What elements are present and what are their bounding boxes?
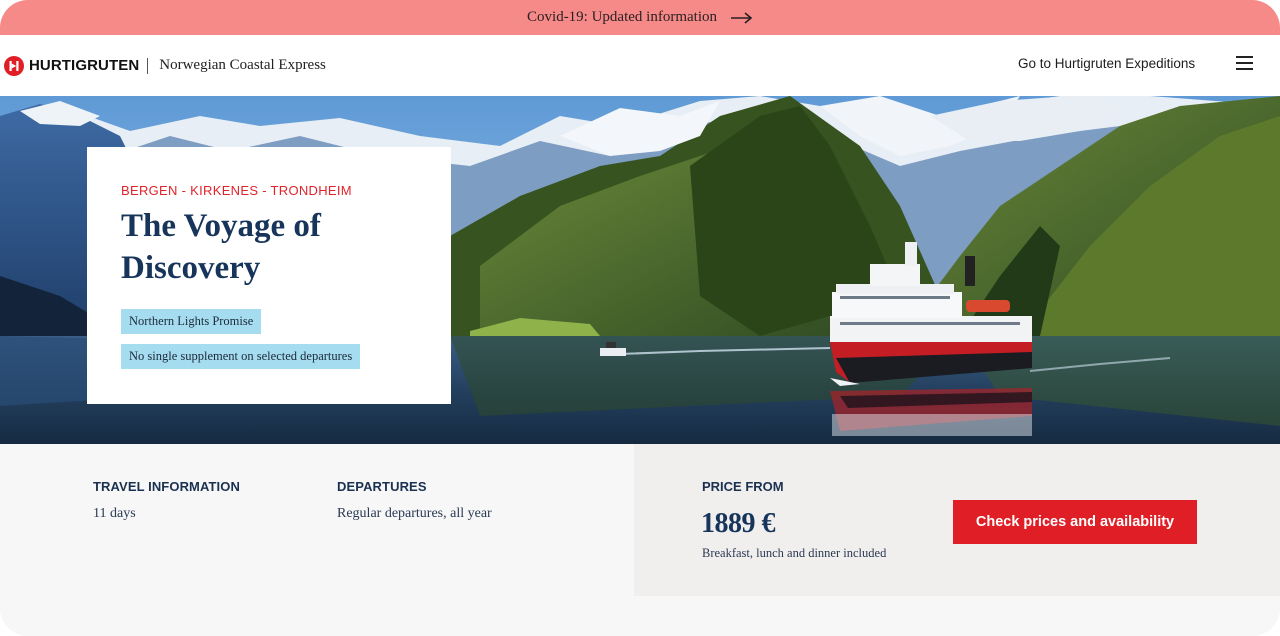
expeditions-link[interactable]: Go to Hurtigruten Expeditions (1018, 56, 1195, 71)
price-label: PRICE FROM (702, 479, 784, 494)
logo-divider (147, 57, 149, 74)
page-title: The Voyage of Discovery (121, 208, 321, 286)
departures-label: DEPARTURES (337, 479, 427, 494)
hero-tags: Northern Lights Promise No single supple… (121, 295, 417, 369)
travel-info-label: TRAVEL INFORMATION (93, 479, 240, 494)
tag-northern-lights: Northern Lights Promise (121, 309, 262, 334)
sub-brand-name: Norwegian Coastal Express (159, 57, 326, 73)
hamburger-menu-icon[interactable] (1236, 56, 1253, 70)
logo[interactable]: HURTIGRUTEN Norwegian Coastal Express (4, 55, 326, 76)
departures-info: DEPARTURES Regular departures, all year (337, 479, 492, 522)
trip-info-section: TRAVEL INFORMATION 11 days DEPARTURES Re… (0, 444, 1280, 636)
site-header: HURTIGRUTEN Norwegian Coastal Express Go… (0, 35, 1280, 96)
route-text: BERGEN - KIRKENES - TRONDHEIM (121, 183, 352, 198)
travel-info-value: 11 days (93, 506, 136, 521)
price-panel: PRICE FROM 1889 € Breakfast, lunch and d… (634, 444, 1280, 596)
hero-section: BERGEN - KIRKENES - TRONDHEIM The Voyage… (0, 96, 1280, 444)
covid-banner[interactable]: Covid-19: Updated information (0, 0, 1280, 35)
covid-banner-text: Covid-19: Updated information (527, 9, 717, 25)
page: Covid-19: Updated information HURTIGRUTE… (0, 0, 1280, 636)
tag-single-supplement: No single supplement on selected departu… (121, 344, 361, 369)
departures-value: Regular departures, all year (337, 506, 492, 521)
price-note: Breakfast, lunch and dinner included (702, 546, 887, 560)
check-prices-button[interactable]: Check prices and availability (953, 500, 1197, 544)
hurtigruten-logo-icon (4, 55, 24, 76)
price-value: 1889 € (701, 508, 776, 539)
travel-info: TRAVEL INFORMATION 11 days (93, 479, 240, 522)
arrow-right-icon (730, 11, 753, 24)
brand-name: HURTIGRUTEN (29, 57, 140, 74)
hero-card: BERGEN - KIRKENES - TRONDHEIM The Voyage… (87, 147, 451, 404)
